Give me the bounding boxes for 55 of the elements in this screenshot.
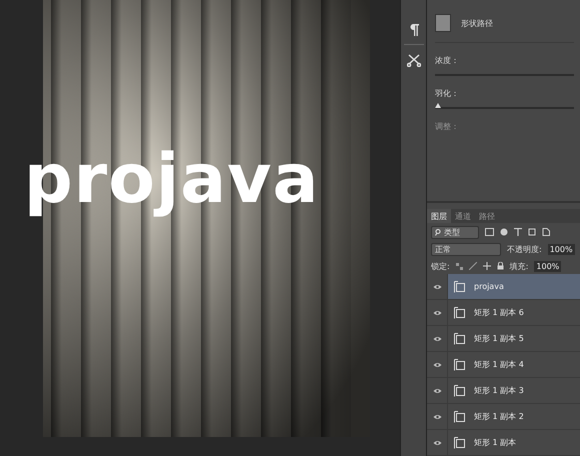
- shape-layer-icon: [454, 306, 466, 318]
- fill-field[interactable]: 100%: [534, 260, 562, 272]
- shape-filter-icon[interactable]: [528, 228, 536, 236]
- layer-row[interactable]: 矩形 1 副本 6: [448, 300, 580, 325]
- shape-layer-icon: [454, 332, 466, 344]
- eye-icon[interactable]: [432, 362, 442, 368]
- image-filter-icon[interactable]: [485, 228, 494, 236]
- layer-row[interactable]: 矩形 1 副本 5: [448, 326, 580, 351]
- shape-layer-icon: [454, 384, 466, 396]
- layer-row[interactable]: 矩形 1 副本 4: [448, 352, 580, 377]
- layer-name: projava: [474, 282, 504, 291]
- panel-tab[interactable]: 通道: [451, 209, 475, 223]
- shape-layer-icon: [454, 280, 466, 292]
- layer-name: 矩形 1 副本 3: [474, 385, 524, 396]
- adjust-label: 调整：: [435, 121, 460, 132]
- feather-slider-thumb[interactable]: [435, 103, 441, 108]
- shape-layer-icon: [454, 436, 466, 448]
- density-label: 浓度：: [435, 55, 460, 66]
- move-icon[interactable]: [482, 262, 491, 270]
- layer-name: 矩形 1 副本 5: [474, 333, 524, 344]
- mask-type-label: 形状路径: [461, 18, 493, 28]
- eye-icon[interactable]: [432, 388, 442, 394]
- shape-layer-icon: [454, 358, 466, 370]
- mask-thumbnail: [435, 14, 451, 32]
- scissors-icon[interactable]: [406, 53, 420, 67]
- fill-label: 填充:: [510, 260, 528, 272]
- layer-name: 矩形 1 副本 6: [474, 307, 524, 318]
- opacity-label: 不透明度:: [507, 244, 542, 254]
- filter-dropdown[interactable]: 类型: [431, 226, 479, 238]
- circle-filter-icon[interactable]: [500, 228, 508, 236]
- panel-tab[interactable]: 路径: [475, 209, 499, 223]
- eye-icon[interactable]: [432, 336, 442, 342]
- layer-name: 矩形 1 副本: [474, 437, 516, 448]
- shape-layer-icon: [454, 410, 466, 422]
- search-icon: [435, 228, 441, 236]
- smart-object-filter-icon[interactable]: [542, 228, 550, 236]
- layer-row[interactable]: 矩形 1 副本 2: [448, 404, 580, 429]
- lock-icon[interactable]: [496, 262, 504, 270]
- layer-row[interactable]: 矩形 1 副本 3: [448, 378, 580, 403]
- feather-label: 羽化：: [435, 88, 460, 99]
- eye-icon[interactable]: [432, 414, 442, 420]
- layer-name: 矩形 1 副本 4: [474, 359, 524, 370]
- layer-row[interactable]: 矩形 1 副本: [448, 430, 580, 455]
- panel-tab[interactable]: 图层: [427, 209, 451, 223]
- lock-label: 锁定:: [431, 260, 450, 272]
- eye-icon[interactable]: [432, 310, 442, 316]
- blend-mode-dropdown[interactable]: 正常: [431, 242, 501, 256]
- lock-pixels-icon[interactable]: [456, 262, 463, 270]
- eye-icon[interactable]: [432, 440, 442, 446]
- layer-name: 矩形 1 副本 2: [474, 411, 524, 422]
- opacity-field[interactable]: 100%: [548, 244, 575, 254]
- paragraph-icon[interactable]: [408, 24, 418, 36]
- type-filter-icon[interactable]: [514, 228, 522, 236]
- eye-icon[interactable]: [432, 284, 442, 290]
- layer-row[interactable]: projava: [448, 274, 580, 299]
